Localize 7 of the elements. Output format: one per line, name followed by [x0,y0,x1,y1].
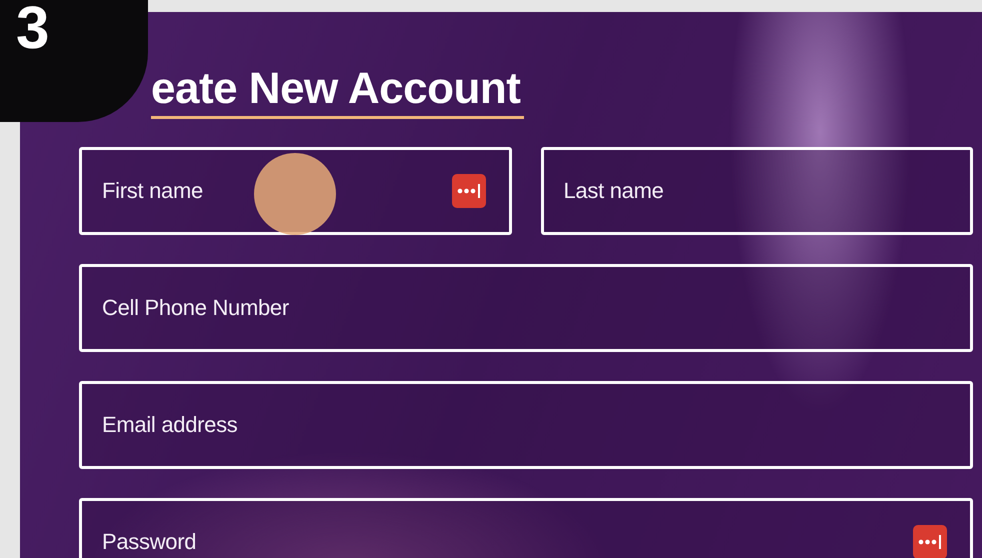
dots-icon[interactable] [913,525,947,558]
input-field[interactable]: Email address [79,381,973,469]
input-field[interactable]: Cell Phone Number [79,264,973,352]
input-field[interactable]: Last name [540,147,973,235]
step-number: 3 [16,0,50,62]
dots-icon[interactable] [452,174,486,208]
form-title: eate New Account [151,64,524,119]
